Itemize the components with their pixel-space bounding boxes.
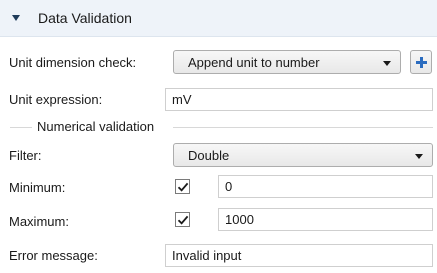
unit-dimension-check-select[interactable]: Append unit to number [173,50,401,74]
checkmark-icon [177,215,189,225]
maximum-input[interactable]: 1000 [218,208,433,231]
maximum-value: 1000 [225,212,254,227]
error-message-value: Invalid input [172,248,242,263]
chevron-down-icon [415,154,423,159]
section-title: Data Validation [38,10,132,26]
divider-line-left [10,127,32,128]
filter-select[interactable]: Double [173,143,433,167]
collapse-arrow-icon[interactable] [12,15,20,21]
minimum-input[interactable]: 0 [218,175,433,198]
maximum-checkbox[interactable] [175,212,190,227]
unit-expression-input[interactable]: mV [165,88,433,111]
chevron-down-icon [383,61,391,66]
error-message-label: Error message: [9,248,98,263]
filter-value: Double [188,148,230,163]
checkmark-icon [177,182,189,192]
numerical-validation-heading: Numerical validation [37,119,155,134]
filter-label: Filter: [9,148,42,163]
minimum-label: Minimum: [9,180,66,195]
minimum-checkbox[interactable] [175,179,190,194]
error-message-input[interactable]: Invalid input [165,244,433,267]
data-validation-panel: Data Validation Unit dimension check: Ap… [0,0,437,273]
unit-expression-value: mV [172,92,192,107]
add-unit-button[interactable] [410,50,432,74]
unit-dimension-check-value: Append unit to number [188,55,320,70]
minimum-value: 0 [225,179,233,194]
section-header[interactable]: Data Validation [0,0,437,37]
unit-dimension-check-label: Unit dimension check: [9,55,137,70]
maximum-label: Maximum: [9,214,69,229]
divider-line-right [173,127,433,128]
plus-icon-vertical [420,57,423,68]
unit-expression-label: Unit expression: [9,92,103,107]
